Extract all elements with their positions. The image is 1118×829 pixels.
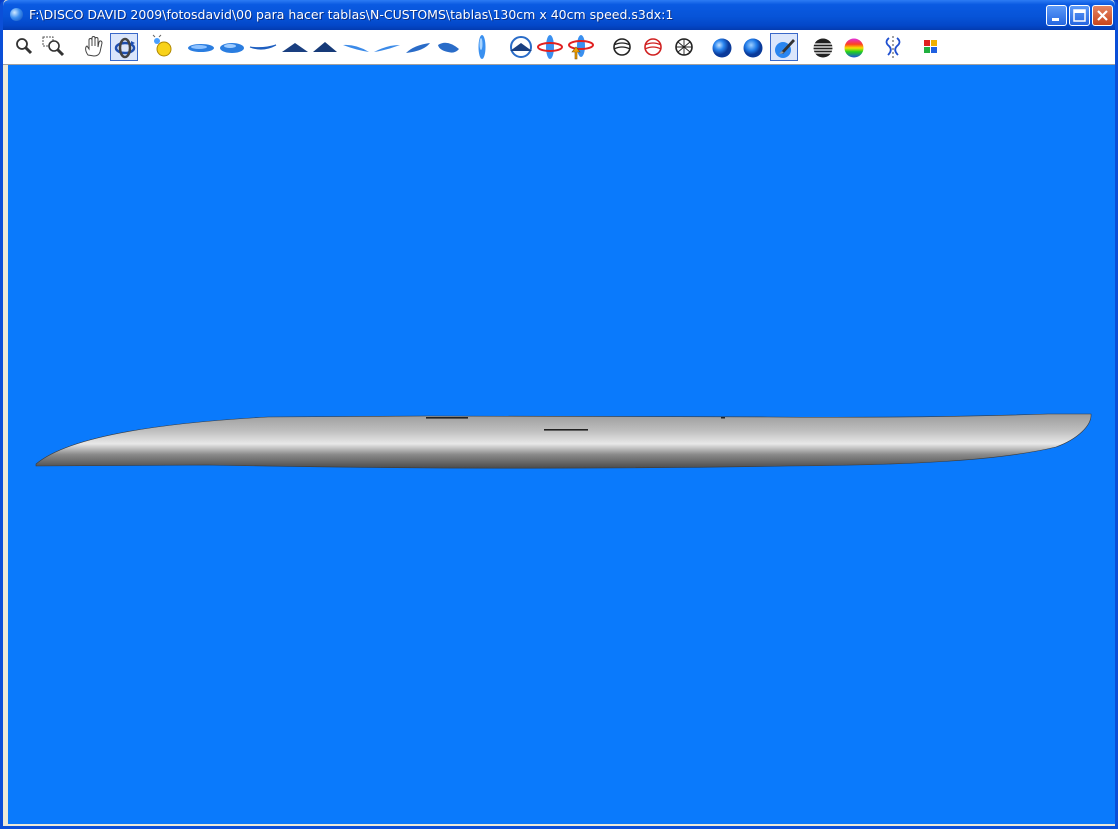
view-3d-4-tool[interactable] bbox=[435, 33, 463, 61]
colors-tool[interactable] bbox=[917, 33, 945, 61]
view-bottom-tool[interactable] bbox=[187, 33, 215, 61]
title-bar[interactable]: F:\DISCO DAVID 2009\fotosdavid\00 para h… bbox=[3, 0, 1115, 30]
wireframe-2-tool[interactable] bbox=[639, 33, 667, 61]
wireframe-sphere-icon bbox=[613, 38, 631, 56]
board-3d-view-2-icon bbox=[374, 45, 400, 52]
view-side-tool[interactable] bbox=[249, 33, 277, 61]
wireframe-sphere-red-icon bbox=[644, 38, 662, 56]
board-3d-view-3-icon bbox=[406, 43, 430, 53]
zoom-window-icon bbox=[42, 36, 65, 57]
board-nose-view-icon bbox=[313, 42, 337, 52]
view-3d-1-tool[interactable] bbox=[342, 33, 370, 61]
magnifier-icon bbox=[16, 38, 33, 55]
view-3d-3-tool[interactable] bbox=[404, 33, 432, 61]
window-title: F:\DISCO DAVID 2009\fotosdavid\00 para h… bbox=[29, 7, 674, 22]
zoom-tool[interactable] bbox=[11, 33, 39, 61]
app-window: F:\DISCO DAVID 2009\fotosdavid\00 para h… bbox=[0, 0, 1118, 829]
paint-brush-icon bbox=[775, 39, 795, 58]
board-bottom-view-icon bbox=[188, 44, 214, 52]
rotate-view-icon bbox=[510, 36, 532, 58]
insert-marker bbox=[721, 417, 725, 419]
board-top-view-icon bbox=[220, 43, 244, 53]
hand-icon bbox=[85, 36, 103, 57]
maximize-icon bbox=[1073, 9, 1086, 22]
board-side-view-icon bbox=[249, 44, 277, 50]
stripes-tool[interactable] bbox=[809, 33, 837, 61]
wireframe-3-tool[interactable] bbox=[670, 33, 698, 61]
rotate-arrows-icon bbox=[114, 37, 136, 59]
view-nose-tool[interactable] bbox=[311, 33, 339, 61]
light-tool[interactable] bbox=[149, 33, 177, 61]
strap-insert-marker bbox=[544, 429, 588, 431]
shaded-tool[interactable] bbox=[708, 33, 736, 61]
spin-board-tool[interactable] bbox=[536, 33, 564, 61]
toolbar bbox=[3, 30, 1115, 65]
close-button[interactable] bbox=[1092, 5, 1113, 26]
minimize-icon bbox=[1052, 18, 1059, 21]
minimize-button[interactable] bbox=[1046, 5, 1067, 26]
rotate-view-tool[interactable] bbox=[507, 33, 535, 61]
view-vertical-tool[interactable] bbox=[468, 33, 496, 61]
shaded-sphere-icon bbox=[712, 38, 732, 58]
view-tail-tool[interactable] bbox=[281, 33, 309, 61]
view-3d-2-tool[interactable] bbox=[373, 33, 401, 61]
spin-board-icon bbox=[537, 35, 563, 59]
app-sphere-icon[interactable] bbox=[10, 8, 23, 21]
zoom-window-tool[interactable] bbox=[40, 33, 68, 61]
board-tail-view-icon bbox=[282, 43, 308, 52]
spin-up-icon bbox=[568, 35, 594, 60]
pan-tool[interactable] bbox=[80, 33, 108, 61]
board-vertical-view-icon bbox=[478, 35, 486, 59]
rainbow-sphere-icon bbox=[844, 38, 864, 58]
render-paint-tool[interactable] bbox=[770, 33, 798, 61]
board-side-profile bbox=[35, 413, 1092, 469]
rotate-tool[interactable] bbox=[110, 33, 138, 61]
smooth-sphere-icon bbox=[743, 38, 763, 58]
maximize-button[interactable] bbox=[1069, 5, 1090, 26]
striped-sphere-icon bbox=[813, 38, 833, 58]
wireframe-1-tool[interactable] bbox=[608, 33, 636, 61]
3d-viewport[interactable] bbox=[8, 65, 1115, 824]
symmetry-icon bbox=[885, 36, 901, 58]
symmetry-tool[interactable] bbox=[879, 33, 907, 61]
curvature-tool[interactable] bbox=[840, 33, 868, 61]
board-3d-view-1-icon bbox=[343, 44, 369, 52]
light-source-icon bbox=[152, 34, 172, 57]
color-grid-icon bbox=[924, 40, 937, 53]
mesh-sphere-icon bbox=[675, 38, 693, 56]
spin-up-tool[interactable] bbox=[566, 33, 594, 61]
close-icon bbox=[1097, 10, 1108, 21]
board-3d-view-4-icon bbox=[438, 42, 459, 53]
shaded-smooth-tool[interactable] bbox=[739, 33, 767, 61]
view-top-tool[interactable] bbox=[218, 33, 246, 61]
fin-box-marker bbox=[426, 417, 468, 419]
